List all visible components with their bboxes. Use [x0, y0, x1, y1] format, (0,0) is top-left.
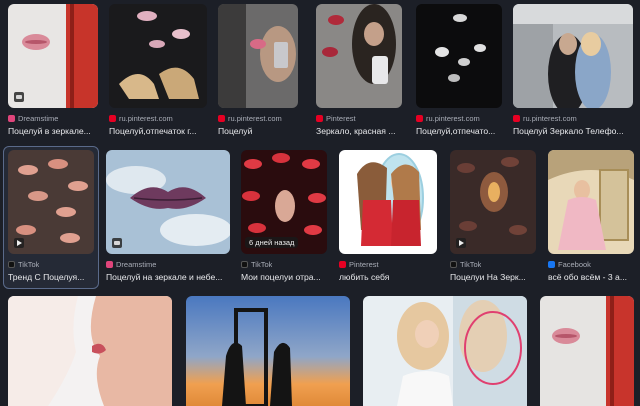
- result-thumbnail[interactable]: [363, 296, 527, 406]
- source-label: Pinterest: [349, 260, 379, 269]
- source-label: ru.pinterest.com: [426, 114, 480, 123]
- result-tile-11[interactable]: TikTok Поцелуи На Зерк...: [450, 150, 536, 284]
- result-source: Facebook: [548, 260, 591, 269]
- result-thumbnail[interactable]: [8, 296, 172, 406]
- source-label: ru.pinterest.com: [228, 114, 282, 123]
- result-source: Dreamstime: [8, 114, 58, 123]
- result-caption[interactable]: Поцелуй,отпечаток г...: [109, 126, 209, 136]
- pinterest-icon: [416, 115, 423, 122]
- result-tile-2[interactable]: ru.pinterest.com Поцелуй,отпечаток г...: [109, 4, 207, 138]
- result-caption[interactable]: Поцелуй на зеркале и небе...: [106, 272, 230, 282]
- result-caption[interactable]: Поцелуй,отпечато...: [416, 126, 504, 136]
- result-source: ru.pinterest.com: [513, 114, 577, 123]
- result-thumbnail[interactable]: [339, 150, 437, 254]
- source-label: Dreamstime: [116, 260, 157, 269]
- result-caption[interactable]: Тренд С Поцелуя...: [8, 272, 94, 282]
- source-label: Dreamstime: [18, 114, 59, 123]
- result-tile-5[interactable]: ru.pinterest.com Поцелуй,отпечато...: [416, 4, 502, 138]
- result-tile-16[interactable]: [540, 296, 634, 406]
- result-tile-14[interactable]: [186, 296, 350, 406]
- result-caption[interactable]: любить себя: [339, 272, 437, 282]
- result-thumbnail[interactable]: [416, 4, 502, 108]
- source-label: ru.pinterest.com: [523, 114, 577, 123]
- result-source: ru.pinterest.com: [218, 114, 282, 123]
- result-thumbnail[interactable]: [8, 150, 94, 254]
- result-source: Pinterest: [316, 114, 356, 123]
- result-caption[interactable]: Зеркало, красная ...: [316, 126, 404, 136]
- result-thumbnail[interactable]: [106, 150, 230, 254]
- result-tile-12[interactable]: Facebook всё обо всём - 3 а...: [548, 150, 634, 284]
- facebook-icon: [548, 261, 555, 268]
- tiktok-icon: [241, 261, 248, 268]
- result-source: TikTok: [241, 260, 272, 269]
- pinterest-icon: [316, 115, 323, 122]
- result-tile-9[interactable]: 6 дней назад TikTok Мои поцелуи отра...: [241, 150, 327, 284]
- result-caption[interactable]: Поцелуи На Зерк...: [450, 272, 536, 282]
- result-thumbnail[interactable]: [513, 4, 633, 108]
- result-tile-4[interactable]: Pinterest Зеркало, красная ...: [316, 4, 402, 138]
- result-thumbnail[interactable]: [218, 4, 298, 108]
- result-tile-13[interactable]: [8, 296, 172, 406]
- result-thumbnail[interactable]: [8, 4, 98, 108]
- result-thumbnail[interactable]: 6 дней назад: [241, 150, 327, 254]
- play-icon: [456, 238, 466, 248]
- result-caption[interactable]: всё обо всём - 3 а...: [548, 272, 636, 282]
- result-source: ru.pinterest.com: [109, 114, 173, 123]
- result-caption[interactable]: Поцелуй в зеркале...: [8, 126, 100, 136]
- result-source: TikTok: [8, 260, 39, 269]
- result-caption[interactable]: Поцелуй Зеркало Телефо...: [513, 126, 635, 136]
- result-caption[interactable]: Мои поцелуи отра...: [241, 272, 331, 282]
- result-tile-8[interactable]: Dreamstime Поцелуй на зеркале и небе...: [106, 150, 230, 284]
- result-thumbnail[interactable]: [450, 150, 536, 254]
- result-tile-3[interactable]: ru.pinterest.com Поцелуй: [218, 4, 298, 138]
- result-caption[interactable]: Поцелуй: [218, 126, 298, 136]
- source-label: Pinterest: [326, 114, 356, 123]
- date-badge: 6 дней назад: [245, 237, 299, 248]
- result-tile-15[interactable]: [363, 296, 527, 406]
- result-source: TikTok: [450, 260, 481, 269]
- result-source: ru.pinterest.com: [416, 114, 480, 123]
- result-tile-10[interactable]: Pinterest любить себя: [339, 150, 437, 284]
- pinterest-icon: [339, 261, 346, 268]
- source-label: TikTok: [18, 260, 40, 269]
- result-thumbnail[interactable]: [540, 296, 634, 406]
- pinterest-icon: [513, 115, 520, 122]
- tiktok-icon: [450, 261, 457, 268]
- image-icon: [112, 238, 122, 248]
- source-label: Facebook: [558, 260, 591, 269]
- source-label: ru.pinterest.com: [119, 114, 173, 123]
- result-tile-6[interactable]: ru.pinterest.com Поцелуй Зеркало Телефо.…: [513, 4, 633, 138]
- result-thumbnail[interactable]: [548, 150, 634, 254]
- dreamstime-icon: [106, 261, 113, 268]
- source-label: TikTok: [251, 260, 273, 269]
- pinterest-icon: [218, 115, 225, 122]
- result-thumbnail[interactable]: [186, 296, 350, 406]
- dreamstime-icon: [8, 115, 15, 122]
- result-source: Dreamstime: [106, 260, 156, 269]
- image-icon: [14, 92, 24, 102]
- result-source: Pinterest: [339, 260, 379, 269]
- pinterest-icon: [109, 115, 116, 122]
- result-tile-1[interactable]: Dreamstime Поцелуй в зеркале...: [8, 4, 98, 138]
- tiktok-icon: [8, 261, 15, 268]
- result-thumbnail[interactable]: [316, 4, 402, 108]
- source-label: TikTok: [460, 260, 482, 269]
- play-icon: [14, 238, 24, 248]
- result-tile-7[interactable]: TikTok Тренд С Поцелуя...: [8, 150, 94, 284]
- result-thumbnail[interactable]: [109, 4, 207, 108]
